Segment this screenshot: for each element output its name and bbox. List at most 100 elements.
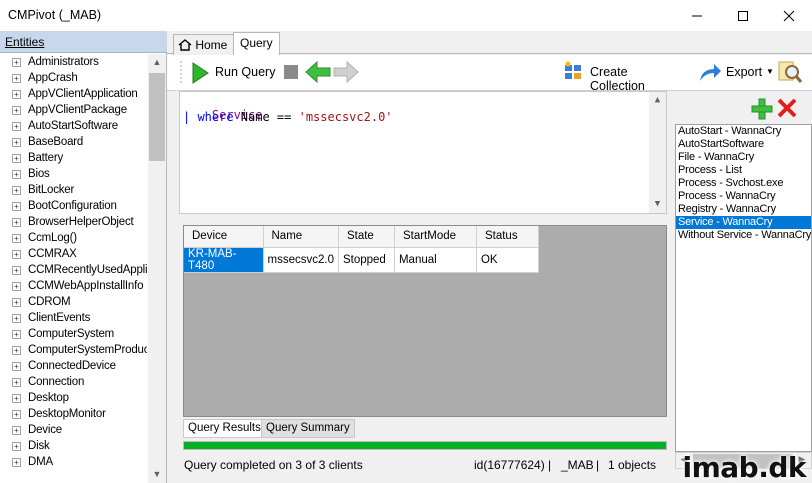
expand-icon[interactable]: +	[12, 122, 21, 131]
scroll-up-icon[interactable]: ▲	[148, 54, 166, 71]
delete-icon[interactable]	[776, 97, 798, 119]
expand-icon[interactable]: +	[12, 346, 21, 355]
entity-tree-item[interactable]: + Administrators	[0, 55, 147, 71]
column-header[interactable]: Status	[476, 226, 539, 248]
tab-query-results[interactable]: Query Results	[183, 419, 266, 438]
expand-icon[interactable]: +	[12, 58, 21, 67]
scroll-down-icon[interactable]: ▼	[148, 466, 166, 483]
expand-icon[interactable]: +	[12, 394, 21, 403]
saved-query-item[interactable]: Without Service - WannaCry	[676, 229, 811, 242]
expand-icon[interactable]: +	[12, 426, 21, 435]
scroll-thumb[interactable]	[149, 73, 165, 161]
stop-icon[interactable]	[284, 65, 298, 79]
expand-icon[interactable]: +	[12, 442, 21, 451]
entity-tree-item[interactable]: + ClientEvents	[0, 311, 147, 327]
column-header[interactable]: State	[338, 226, 395, 248]
expand-icon[interactable]: +	[12, 90, 21, 99]
entity-tree-item[interactable]: + CcmLog()	[0, 231, 147, 247]
expand-icon[interactable]: +	[12, 186, 21, 195]
saved-query-item[interactable]: Service - WannaCry	[676, 216, 811, 229]
entity-tree-item[interactable]: + DMA	[0, 455, 147, 471]
saved-query-item[interactable]: AutoStartSoftware	[676, 138, 811, 151]
saved-query-item[interactable]: File - WannaCry	[676, 151, 811, 164]
expand-icon[interactable]: +	[12, 314, 21, 323]
entity-tree-item[interactable]: + Disk	[0, 439, 147, 455]
saved-query-item[interactable]: Process - WannaCry	[676, 190, 811, 203]
table-row[interactable]: KR-MAB-T480 mssecsvc2.0 Stopped Manual OK	[184, 247, 539, 273]
entity-label: ComputerSystemProduct	[28, 344, 147, 356]
scroll-up-icon[interactable]: ▲	[649, 92, 666, 109]
entity-tree-item[interactable]: + Device	[0, 423, 147, 439]
search-icon[interactable]	[778, 60, 802, 84]
tab-query[interactable]: Query	[233, 32, 280, 55]
entity-tree-item[interactable]: + BrowserHelperObject	[0, 215, 147, 231]
entity-label: CCMRecentlyUsedApplic	[28, 264, 147, 276]
table-cell[interactable]: OK	[476, 247, 539, 273]
entities-scrollbar[interactable]: ▲ ▼	[148, 54, 166, 483]
expand-icon[interactable]: +	[12, 298, 21, 307]
entity-tree-item[interactable]: + CCMRecentlyUsedApplic	[0, 263, 147, 279]
table-cell[interactable]: mssecsvc2.0	[263, 247, 339, 273]
entity-tree-item[interactable]: + BitLocker	[0, 183, 147, 199]
table-cell[interactable]: Manual	[394, 247, 477, 273]
entity-tree-item[interactable]: + BaseBoard	[0, 135, 147, 151]
entity-tree-item[interactable]: + CCMWebAppInstallInfo	[0, 279, 147, 295]
expand-icon[interactable]: +	[12, 218, 21, 227]
expand-icon[interactable]: +	[12, 250, 21, 259]
back-arrow-icon[interactable]	[305, 61, 331, 83]
expand-icon[interactable]: +	[12, 458, 21, 467]
entity-tree-item[interactable]: + CDROM	[0, 295, 147, 311]
expand-icon[interactable]: +	[12, 234, 21, 243]
expand-icon[interactable]: +	[12, 202, 21, 211]
expand-icon[interactable]: +	[12, 170, 21, 179]
close-button[interactable]	[766, 0, 812, 31]
entity-tree-item[interactable]: + AppVClientPackage	[0, 103, 147, 119]
export-button[interactable]: Export ▼	[698, 59, 776, 85]
entity-tree-item[interactable]: + AppCrash	[0, 71, 147, 87]
entity-tree-item[interactable]: + ConnectedDevice	[0, 359, 147, 375]
expand-icon[interactable]: +	[12, 266, 21, 275]
expand-icon[interactable]: +	[12, 154, 21, 163]
saved-query-item[interactable]: AutoStart - WannaCry	[676, 125, 811, 138]
entity-tree-item[interactable]: + Battery	[0, 151, 147, 167]
entity-tree-item[interactable]: + Connection	[0, 375, 147, 391]
status-id: id(16777624)	[474, 458, 545, 472]
minimize-button[interactable]	[674, 0, 720, 31]
maximize-button[interactable]	[720, 0, 766, 31]
entity-tree-item[interactable]: + BootConfiguration	[0, 199, 147, 215]
expand-icon[interactable]: +	[12, 362, 21, 371]
tab-query-summary[interactable]: Query Summary	[261, 419, 355, 438]
column-header[interactable]: Device	[184, 226, 264, 248]
saved-query-item[interactable]: Process - Svchost.exe	[676, 177, 811, 190]
editor-scrollbar[interactable]: ▲ ▼	[649, 92, 666, 213]
column-header[interactable]: Name	[263, 226, 339, 248]
expand-icon[interactable]: +	[12, 378, 21, 387]
expand-icon[interactable]: +	[12, 106, 21, 115]
entity-tree-item[interactable]: + CCMRAX	[0, 247, 147, 263]
entity-label: BitLocker	[28, 184, 75, 196]
table-cell[interactable]: Stopped	[338, 247, 395, 273]
entity-tree-item[interactable]: + ComputerSystemProduct	[0, 343, 147, 359]
query-editor[interactable]: Service | where Name == 'mssecsvc2.0' ▲ …	[179, 91, 667, 214]
entity-tree-item[interactable]: + Desktop	[0, 391, 147, 407]
entity-tree-item[interactable]: + ComputerSystem	[0, 327, 147, 343]
expand-icon[interactable]: +	[12, 74, 21, 83]
entity-tree-item[interactable]: + AppVClientApplication	[0, 87, 147, 103]
table-cell[interactable]: KR-MAB-T480	[184, 247, 264, 273]
entity-tree-item[interactable]: + Bios	[0, 167, 147, 183]
entity-tree-item[interactable]: + DesktopMonitor	[0, 407, 147, 423]
scroll-down-icon[interactable]: ▼	[649, 196, 666, 213]
column-header[interactable]: StartMode	[394, 226, 477, 248]
entity-tree-item[interactable]: + AutoStartSoftware	[0, 119, 147, 135]
entity-label: Disk	[28, 440, 50, 452]
expand-icon[interactable]: +	[12, 138, 21, 147]
forward-arrow-icon[interactable]	[333, 61, 359, 83]
saved-query-item[interactable]: Process - List	[676, 164, 811, 177]
saved-query-item[interactable]: Registry - WannaCry	[676, 203, 811, 216]
expand-icon[interactable]: +	[12, 330, 21, 339]
create-collection-button[interactable]: Create Collection	[563, 59, 685, 93]
add-icon[interactable]	[751, 98, 773, 120]
tab-home[interactable]: Home	[173, 34, 235, 55]
expand-icon[interactable]: +	[12, 410, 21, 419]
expand-icon[interactable]: +	[12, 282, 21, 291]
